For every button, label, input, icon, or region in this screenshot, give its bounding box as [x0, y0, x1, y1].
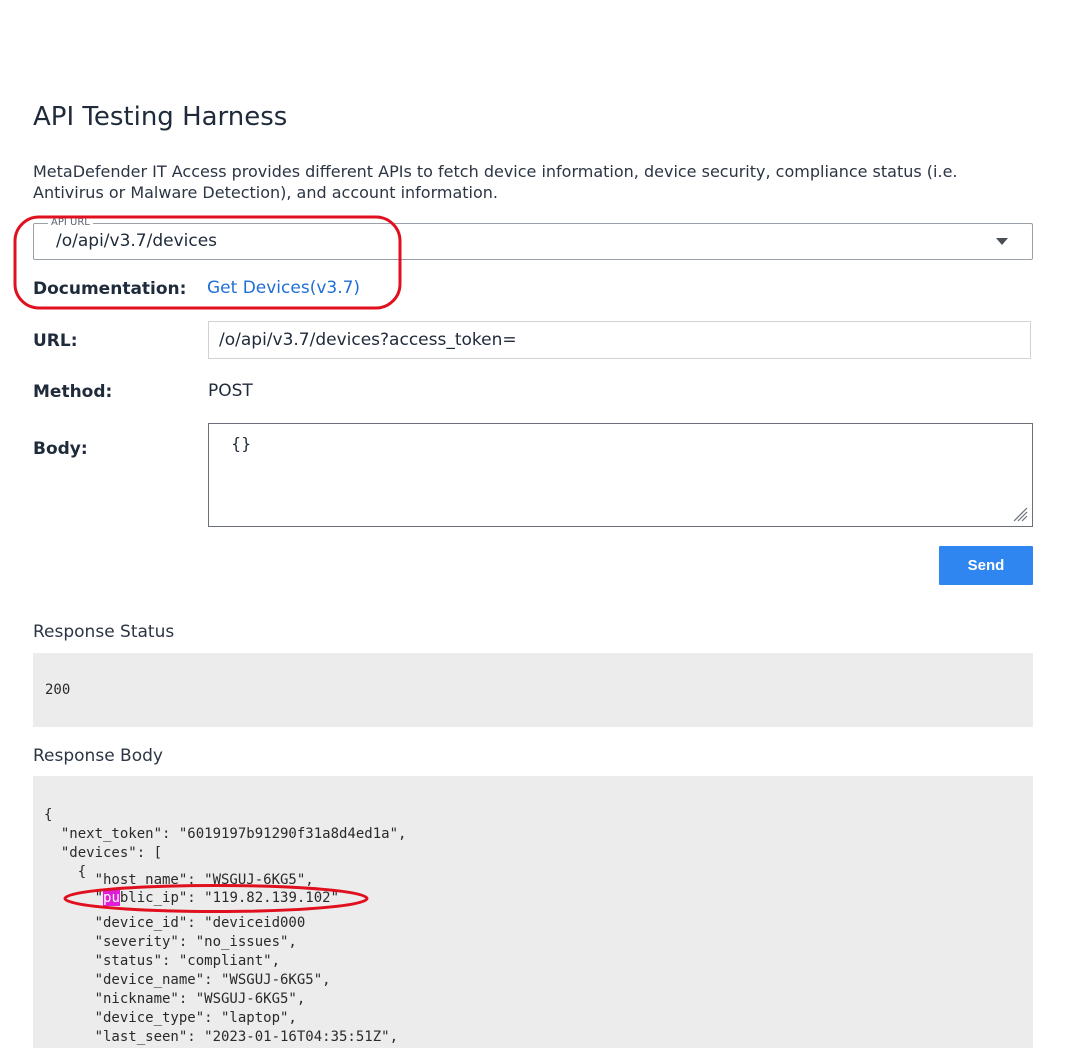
method-value: POST — [208, 381, 253, 401]
body-label: Body: — [33, 439, 88, 459]
response-line: "device_id": "deviceid000 — [44, 915, 306, 931]
resize-handle-icon[interactable] — [1012, 506, 1028, 522]
response-line: "device_type": "laptop", — [44, 1010, 297, 1026]
response-line: "last_seen": "2023-01-16T04:35:51Z", — [44, 1029, 399, 1045]
url-field-container — [208, 321, 1031, 359]
url-input[interactable] — [209, 322, 1030, 358]
response-line: "status": "compliant", — [44, 953, 281, 969]
response-body-heading: Response Body — [33, 746, 163, 766]
response-line: "host_name": "WSGUJ-6KG5", — [44, 872, 314, 888]
url-label: URL: — [33, 331, 78, 351]
response-line: "next_token": "6019197b91290f31a8d4ed1a"… — [44, 826, 407, 842]
response-status-box: 200 — [33, 653, 1033, 727]
chevron-down-icon[interactable] — [996, 238, 1008, 245]
response-status-heading: Response Status — [33, 622, 175, 642]
intro-text: MetaDefender IT Access provides differen… — [33, 162, 958, 202]
send-button[interactable]: Send — [939, 546, 1033, 585]
search-highlight: pu — [103, 890, 120, 906]
public-ip-suffix: blic_ip": "119.82.139.102" — [119, 890, 340, 906]
method-label: Method: — [33, 382, 113, 402]
body-field-container: {} — [208, 423, 1033, 527]
response-line: "nickname": "WSGUJ-6KG5", — [44, 991, 306, 1007]
documentation-label: Documentation: — [33, 279, 187, 299]
response-line: "devices": [ — [44, 845, 163, 861]
response-line: "device_name": "WSGUJ-6KG5", — [44, 972, 331, 988]
api-url-legend: API URL — [48, 217, 93, 229]
documentation-link[interactable]: Get Devices(v3.7) — [207, 278, 360, 298]
response-status-code: 200 — [45, 682, 71, 698]
response-line-public-ip: "public_ip": "119.82.139.102" — [44, 889, 339, 908]
page-title: API Testing Harness — [33, 102, 288, 132]
public-ip-prefix: " — [44, 890, 104, 906]
response-body-box: { "next_token": "6019197b91290f31a8d4ed1… — [33, 776, 1033, 1048]
response-line: { — [44, 807, 53, 823]
body-textarea[interactable]: {} — [209, 424, 1032, 526]
response-line: "severity": "no_issues", — [44, 934, 297, 950]
api-url-value: /o/api/v3.7/devices — [56, 231, 218, 251]
api-url-select[interactable]: API URL /o/api/v3.7/devices — [33, 217, 1033, 260]
